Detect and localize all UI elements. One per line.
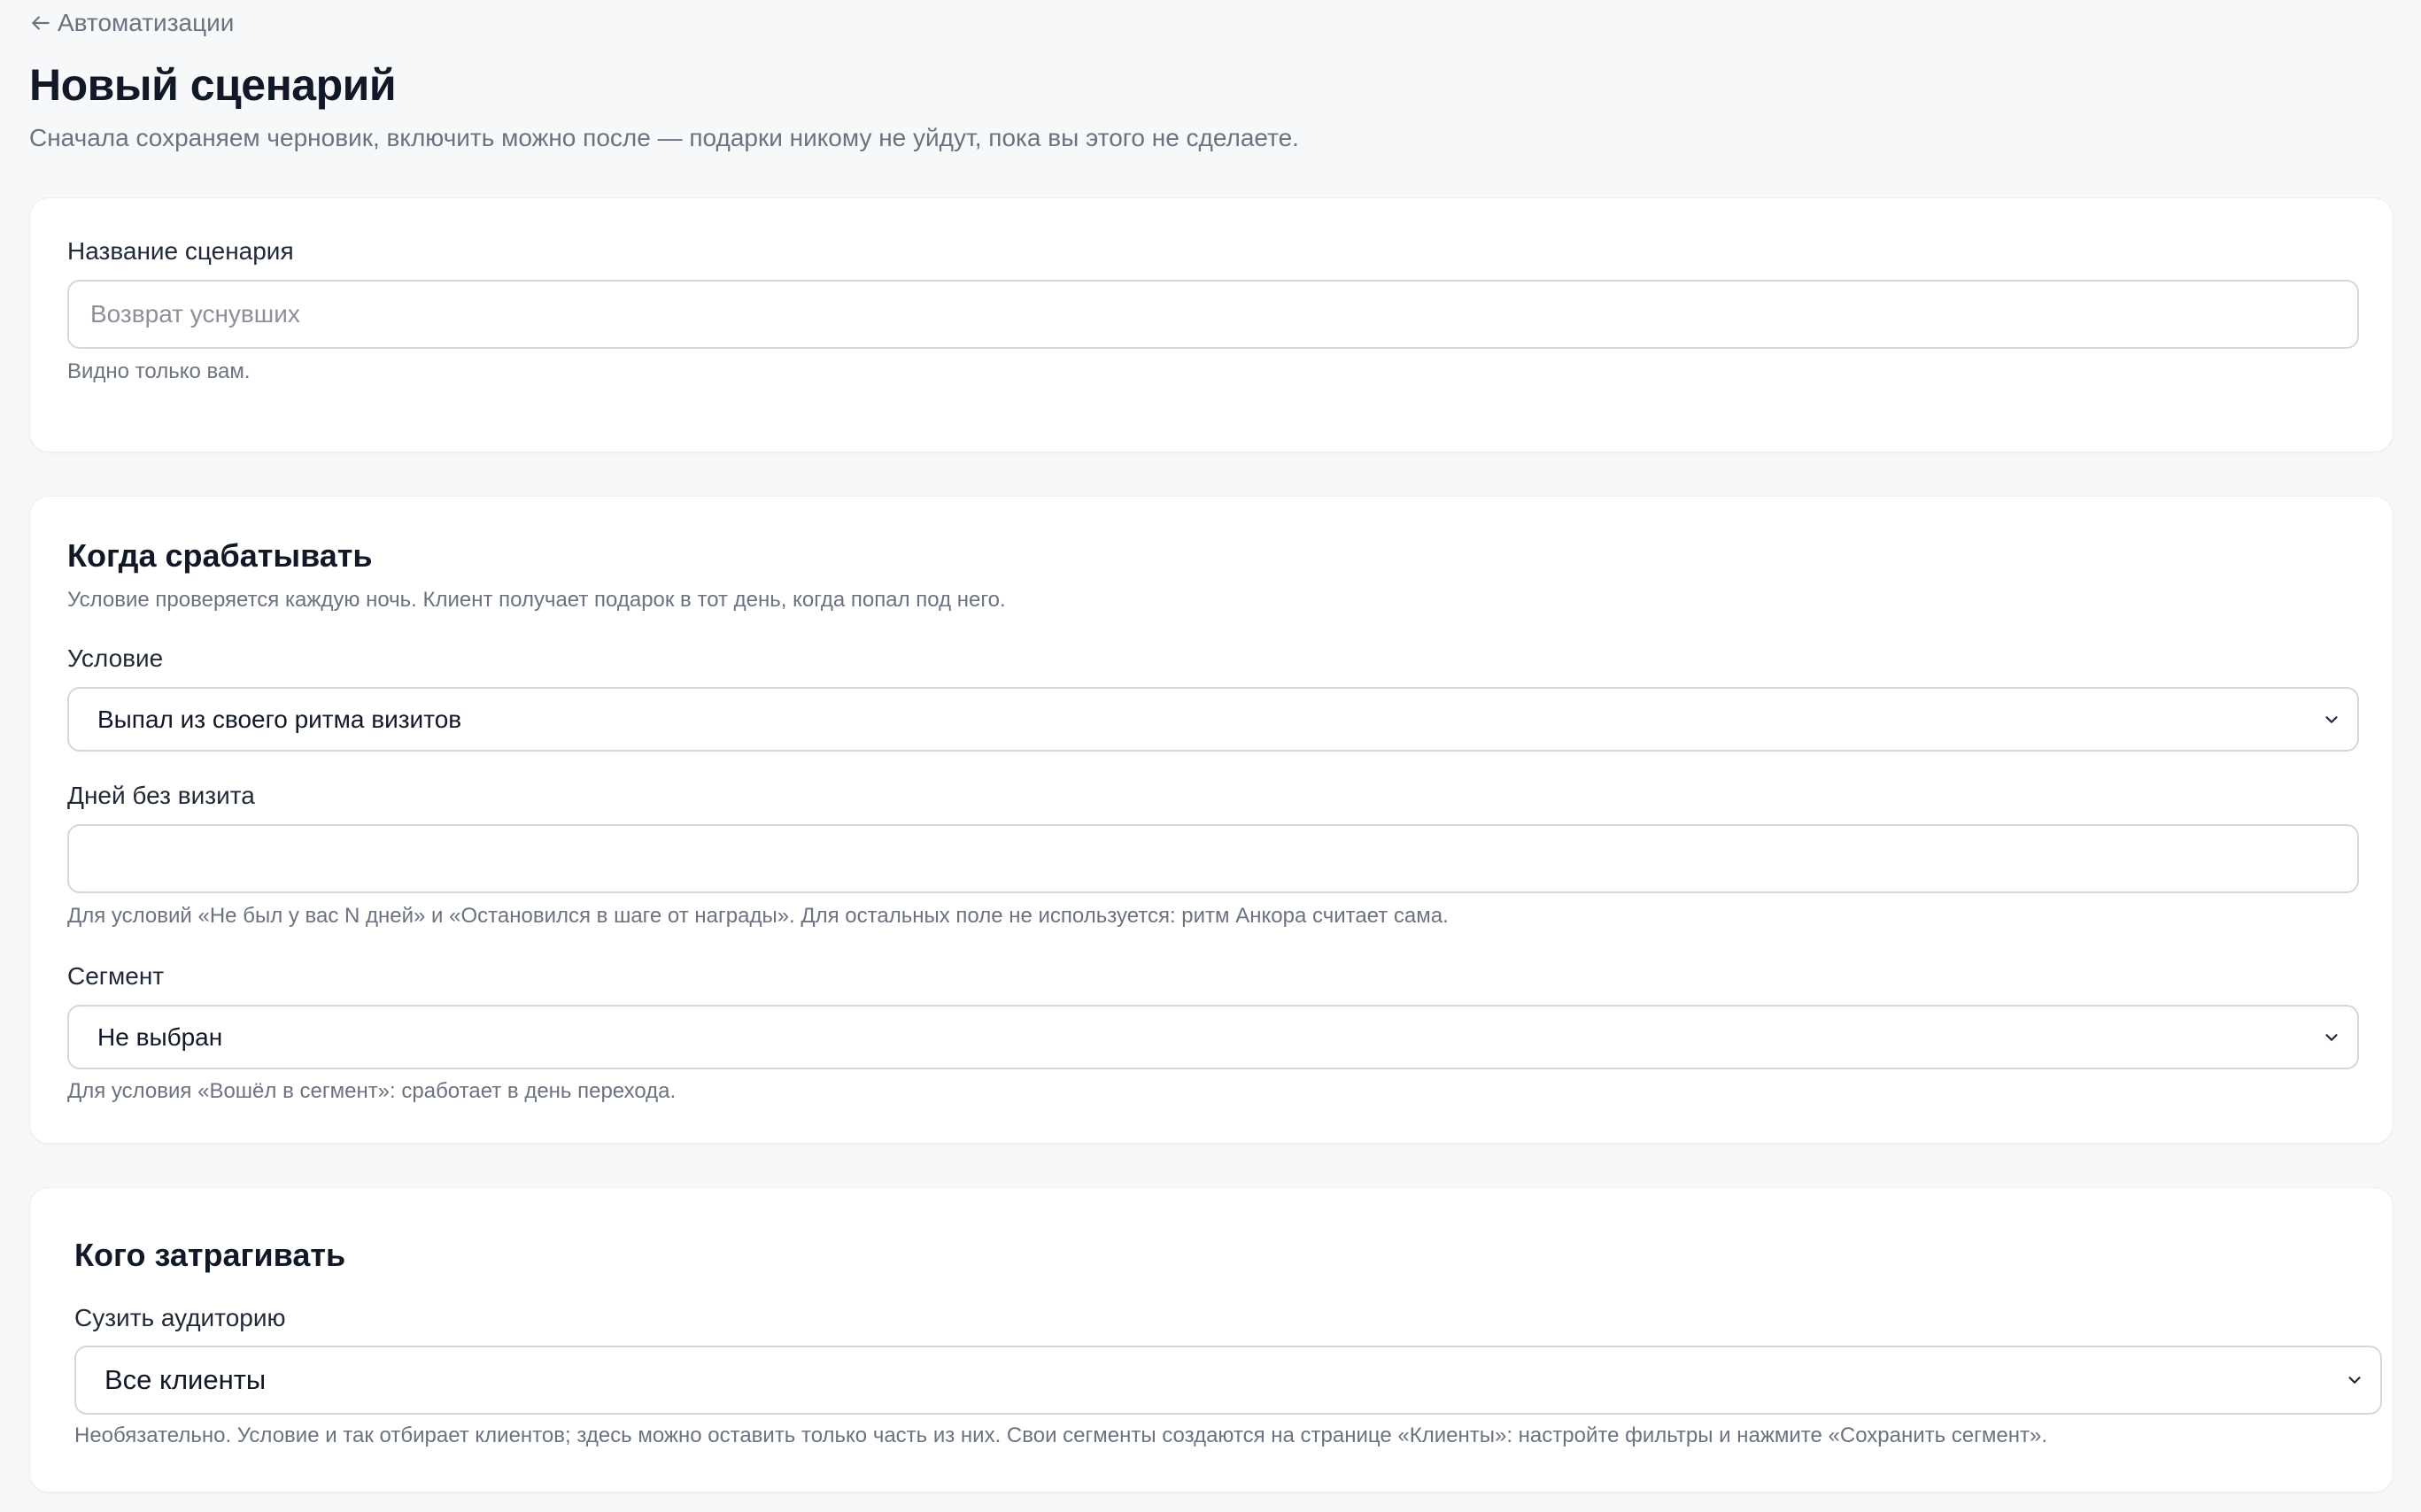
trigger-card-title: Когда срабатывать bbox=[67, 537, 373, 574]
condition-select[interactable]: Выпал из своего ритма визитов bbox=[67, 687, 2359, 752]
trigger-card-description: Условие проверяется каждую ночь. Клиент … bbox=[67, 588, 1006, 612]
days-without-visit-input[interactable] bbox=[67, 824, 2359, 893]
narrow-audience-label: Сузить аудиторию bbox=[74, 1304, 286, 1331]
scenario-name-label: Название сценария bbox=[67, 237, 294, 265]
chevron-down-icon bbox=[2325, 1033, 2338, 1041]
scenario-name-input[interactable] bbox=[67, 280, 2359, 349]
back-link-label: Автоматизации bbox=[58, 9, 235, 36]
days-without-visit-label: Дней без визита bbox=[67, 782, 255, 809]
scenario-name-hint: Видно только вам. bbox=[67, 359, 251, 383]
condition-select-value: Выпал из своего ритма визитов bbox=[97, 705, 462, 733]
condition-label: Условие bbox=[67, 644, 164, 672]
days-without-visit-hint: Для условий «Не был у вас N дней» и «Ост… bbox=[67, 904, 1449, 928]
back-link-automations[interactable]: Автоматизации bbox=[29, 7, 234, 39]
segment-select-value: Не выбран bbox=[97, 1022, 223, 1051]
scenario-name-card: Название сценария Видно только вам. bbox=[29, 197, 2394, 452]
narrow-audience-select-value: Все клиенты bbox=[104, 1364, 267, 1395]
segment-label: Сегмент bbox=[67, 962, 165, 990]
arrow-left-icon bbox=[32, 16, 50, 30]
narrow-audience-select[interactable]: Все клиенты bbox=[74, 1346, 2382, 1415]
page-title: Новый сценарий bbox=[29, 60, 397, 110]
chevron-down-icon bbox=[2348, 1377, 2361, 1384]
segment-hint: Для условия «Вошёл в сегмент»: сработает… bbox=[67, 1079, 677, 1103]
audience-card: Кого затрагивать Сузить аудиторию Все кл… bbox=[29, 1187, 2394, 1493]
narrow-audience-hint: Необязательно. Условие и так отбирает кл… bbox=[74, 1423, 2048, 1447]
trigger-card: Когда срабатывать Условие проверяется ка… bbox=[29, 496, 2394, 1144]
segment-select[interactable]: Не выбран bbox=[67, 1005, 2359, 1069]
audience-card-title: Кого затрагивать bbox=[74, 1237, 346, 1273]
chevron-down-icon bbox=[2325, 715, 2338, 723]
page-subtitle: Сначала сохраняем черновик, включить мож… bbox=[29, 124, 1299, 151]
